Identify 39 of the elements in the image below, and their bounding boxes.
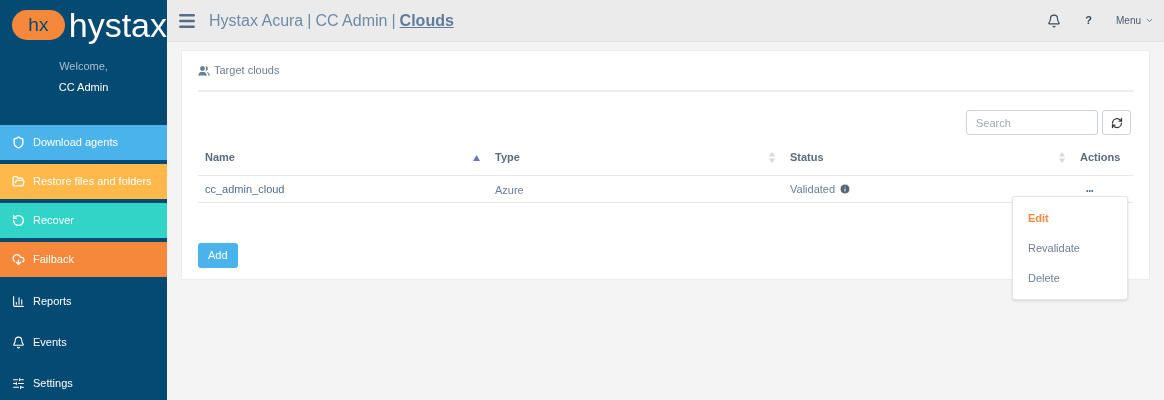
- refresh-icon: [1110, 116, 1123, 129]
- nav-icon: [12, 214, 25, 227]
- logo-wordmark: hystax: [68, 8, 167, 42]
- nav-icon: [12, 175, 25, 188]
- nav-link[interactable]: Reports: [0, 284, 167, 318]
- column-header[interactable]: Name: [205, 149, 235, 166]
- cloud-name-link[interactable]: cc_admin_cloud: [205, 182, 285, 195]
- breadcrumb-separator: |: [391, 10, 396, 31]
- menu-item[interactable]: Revalidate: [1013, 233, 1127, 263]
- table-cell: Azure: [495, 184, 524, 197]
- nav-link[interactable]: Settings: [0, 366, 167, 400]
- panel-title: Target clouds: [214, 63, 280, 79]
- breadcrumb-current: Clouds: [399, 10, 454, 31]
- help-button[interactable]: ?: [1085, 12, 1092, 29]
- nav-link[interactable]: Events: [0, 325, 167, 359]
- info-icon[interactable]: [839, 183, 852, 195]
- nav-icon: [12, 253, 25, 266]
- breadcrumb-link[interactable]: CC Admin: [315, 8, 388, 33]
- sort-ascending-icon[interactable]: [473, 154, 480, 161]
- nav-icon: [12, 136, 25, 149]
- caret-icon: [1145, 16, 1154, 25]
- notifications-icon[interactable]: [1047, 13, 1062, 28]
- logo-cloud: hx: [12, 10, 65, 40]
- column-header[interactable]: Status: [790, 149, 824, 166]
- users-icon: [198, 64, 210, 77]
- nav-icon: [12, 294, 25, 308]
- menu-dropdown-button[interactable]: Menu: [1116, 13, 1154, 28]
- search-field[interactable]: Search: [966, 110, 1098, 135]
- status-text: Validated: [790, 181, 836, 197]
- column-header[interactable]: Actions: [1080, 149, 1121, 166]
- column-header[interactable]: Type: [495, 149, 520, 166]
- nav-icon: [12, 335, 25, 349]
- user-name: CC Admin: [58, 79, 109, 95]
- nav-icon: [12, 376, 25, 390]
- welcome-text: Welcome,: [59, 59, 108, 74]
- breadcrumb-link[interactable]: Hystax Acura: [209, 8, 304, 33]
- refresh-button[interactable]: [1102, 110, 1131, 135]
- menu-item[interactable]: Delete: [1013, 263, 1127, 293]
- breadcrumb-separator: |: [307, 10, 312, 31]
